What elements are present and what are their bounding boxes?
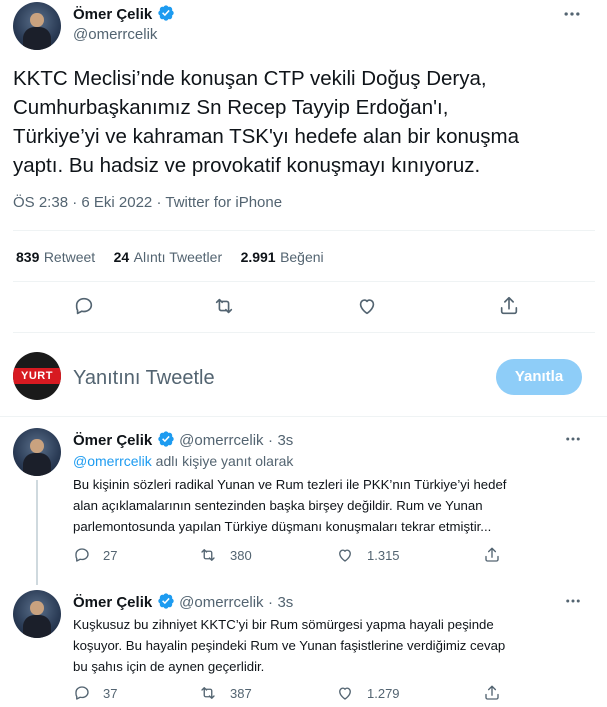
meta-separator: · [267,432,273,449]
retweet-stat[interactable]: 839 Retweet [16,249,100,266]
more-icon[interactable] [562,4,582,24]
retweet-label: Retweet [43,249,96,265]
replying-to: @omerrcelik adlı kişiye yanıt olarak [73,453,293,469]
divider [0,416,607,417]
author-handle[interactable]: @omerrcelik [73,26,157,43]
reply-text-line: alan açıklamalarının sentezinden başka b… [73,498,483,513]
meta-separator: · [156,194,162,211]
like-label: Beğeni [280,249,324,265]
reply-count: 37 [103,686,118,701]
reply-text-line: Bu kişinin sözleri radikal Yunan ve Rum … [73,477,507,492]
reply-text-line: Kuşkusuz bu zihniyet KKTC’yi bir Rum söm… [73,617,494,632]
composer-avatar[interactable]: YURT [13,352,61,400]
reply-avatar[interactable] [13,590,61,638]
reply-author-name[interactable]: Ömer Çelik [73,432,152,449]
meta-separator: · [72,194,78,211]
replying-to-suffix: adlı kişiye yanıt olarak [155,453,294,469]
reply-text-line: parlemontosunda yapılan Türkiye düşmanı … [73,519,492,534]
reply-icon[interactable] [73,546,91,564]
like-stat[interactable]: 2.991 Beğeni [241,249,324,266]
like-count: 1.279 [367,686,400,701]
author-avatar[interactable] [13,2,61,50]
reply-icon[interactable] [73,684,91,702]
reply-avatar[interactable] [13,428,61,476]
reply-text-line: koşuyor. Bu hayalin peşindeki Rum ve Yun… [73,638,506,653]
tweet-text: KKTC Meclisi’nde konuşan CTP vekili Doğu… [13,64,603,180]
yurt-logo: YURT [13,368,61,384]
share-icon[interactable] [483,546,501,564]
reply-count: 27 [103,548,118,563]
reply-actions: 37 387 1.279 [73,684,503,704]
tweet-text-line: yaptı. Bu hadsiz ve provokatif konuşmayı… [13,154,481,177]
retweet-count: 387 [230,686,252,701]
like-icon[interactable] [336,684,354,702]
verified-badge-icon [157,431,174,447]
retweet-icon[interactable] [213,295,235,317]
replying-to-handle[interactable]: @omerrcelik [73,453,152,469]
reply-button[interactable]: Yanıtla [496,359,582,395]
reply-time[interactable]: 3s [277,432,293,449]
retweet-count: 380 [230,548,252,563]
tweet-meta: ÖS 2:38 · 6 Eki 2022 · Twitter for iPhon… [13,194,282,211]
verified-badge-icon [157,593,174,609]
divider [13,332,595,333]
tweet-source[interactable]: Twitter for iPhone [165,194,282,211]
retweet-icon[interactable] [199,684,217,702]
divider [13,230,595,231]
tweet-text-line: KKTC Meclisi’nde konuşan CTP vekili Doğu… [13,67,487,90]
more-icon[interactable] [564,430,582,448]
verified-badge-icon [157,5,174,21]
author-name[interactable]: Ömer Çelik [73,6,152,23]
reply-author-handle[interactable]: @omerrcelik [179,432,263,449]
tweet-stats: 839 Retweet 24 Alıntı Tweetler 2.991 Beğ… [16,249,324,267]
meta-separator: · [267,594,273,611]
thread-line [36,480,38,585]
like-icon[interactable] [356,295,378,317]
reply-actions: 27 380 1.315 [73,546,503,566]
tweet-text-line: Türkiye’yi ve kahraman TSK'yı hedefe ala… [13,125,520,148]
quote-stat[interactable]: 24 Alıntı Tweetler [114,249,227,266]
retweet-icon[interactable] [199,546,217,564]
share-icon[interactable] [498,295,520,317]
like-count: 2.991 [240,249,276,265]
author-name-row[interactable]: Ömer Çelik [73,4,175,24]
tweet-date[interactable]: 6 Eki 2022 [81,194,152,211]
reply-icon[interactable] [73,295,95,317]
quote-count: 24 [113,249,130,265]
more-icon[interactable] [564,592,582,610]
reply-header: Ömer Çelik @omerrcelik · 3s [73,592,293,612]
retweet-count: 839 [16,249,40,265]
reply-text: Kuşkusuz bu zihniyet KKTC’yi bir Rum söm… [73,614,505,677]
divider [13,281,595,282]
reply-time[interactable]: 3s [277,594,293,611]
reply-author-handle[interactable]: @omerrcelik [179,594,263,611]
reply-author-name[interactable]: Ömer Çelik [73,594,152,611]
reply-text: Bu kişinin sözleri radikal Yunan ve Rum … [73,474,506,537]
reply-header: Ömer Çelik @omerrcelik · 3s [73,430,293,450]
tweet-text-line: Cumhurbaşkanımız Sn Recep Tayyip Erdoğan… [13,96,449,119]
like-icon[interactable] [336,546,354,564]
reply-text-line: bu şahıs için de aynen geçerlidir. [73,659,265,674]
tweet-time[interactable]: ÖS 2:38 [13,194,68,211]
share-icon[interactable] [483,684,501,702]
like-count: 1.315 [367,548,400,563]
quote-label: Alıntı Tweetler [133,249,223,265]
reply-placeholder: Yanıtını Tweetle [73,367,215,389]
reply-input[interactable]: Yanıtını Tweetle [73,364,473,392]
